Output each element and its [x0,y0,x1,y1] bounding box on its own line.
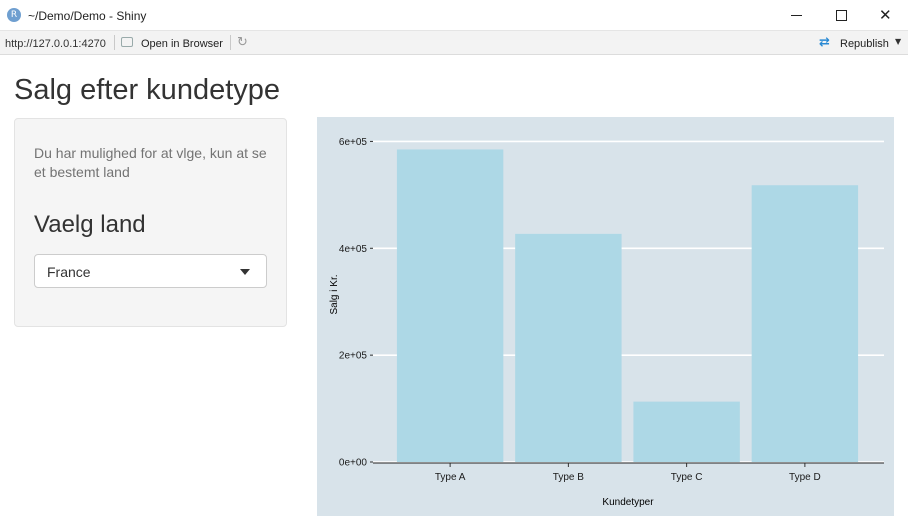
y-axis-title: Salg i Kr. [329,274,340,314]
window-title: ~/Demo/Demo - Shiny [28,9,147,23]
toolbar-divider [230,35,231,50]
y-tick-label: 6e+05 [339,137,368,148]
window-titlebar: R ~/Demo/Demo - Shiny ✕ [0,0,908,31]
bar [633,401,740,462]
x-tick-label: Type D [789,472,821,483]
open-in-browser-icon[interactable] [121,37,133,47]
viewer-toolbar: http://127.0.0.1:4270 Open in Browser ↻ … [0,31,908,55]
chevron-down-icon[interactable] [240,269,250,275]
url-label: http://127.0.0.1:4270 [5,38,106,50]
chart-svg: 0e+00 2e+05 4e+05 6e+05 Type A Type B Type C Ty… [317,117,894,516]
x-axis-title: Kundetyper [602,497,654,508]
bar [396,149,504,462]
refresh-icon[interactable]: ↻ [237,35,248,50]
sidebar-panel: Du har mulighed for at vlge, kun at se e… [14,118,287,327]
open-in-browser-button[interactable]: Open in Browser [141,38,223,50]
country-select-value: France [47,264,91,280]
minimize-button[interactable] [773,0,819,31]
y-tick-label: 0e+00 [339,458,368,469]
close-button[interactable]: ✕ [863,0,908,31]
minimize-icon [791,15,802,16]
country-select[interactable]: France [34,254,267,288]
republish-icon[interactable]: ⇄ [819,35,830,50]
rstudio-icon: R [7,8,21,22]
x-tick-label: Type B [553,472,584,483]
x-tick-label: Type A [435,472,466,483]
sales-bar-chart: 0e+00 2e+05 4e+05 6e+05 Type A Type B Type C Ty… [317,117,894,516]
chevron-down-icon[interactable]: ▼ [895,37,901,46]
bar [515,233,622,462]
republish-button[interactable]: Republish [840,38,889,50]
close-icon: ✕ [879,6,892,24]
y-tick-label: 2e+05 [339,351,368,362]
toolbar-divider [114,35,115,50]
bar [751,185,859,462]
help-text: Du har mulighed for at vlge, kun at se e… [34,145,267,180]
page-title: Salg efter kundetype [14,74,281,106]
country-select-label: Vaelg land [34,211,146,238]
maximize-icon [836,10,847,21]
x-tick-label: Type C [671,472,703,483]
y-tick-label: 4e+05 [339,244,368,255]
maximize-button[interactable] [818,0,864,31]
